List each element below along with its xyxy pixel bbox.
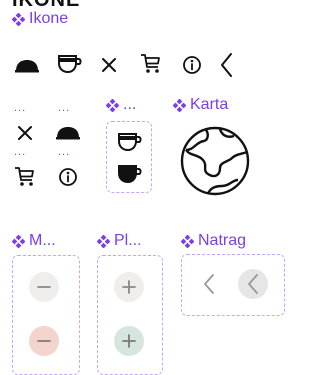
plus-button-active[interactable] (114, 326, 144, 356)
component-title-natrag[interactable]: Natrag (181, 232, 246, 250)
plus-variants-frame (97, 255, 163, 375)
minus-icon (37, 286, 51, 288)
variant-dots-label: ... (58, 146, 71, 158)
bell-dome-icon[interactable] (14, 58, 40, 74)
variant-dots-label: ... (58, 102, 71, 114)
coffee-cup-filled-icon[interactable] (117, 162, 143, 186)
info-icon[interactable] (58, 167, 78, 187)
component-title-label: Karta (190, 96, 229, 113)
variant-dots-label: ... (14, 146, 27, 158)
close-icon[interactable] (100, 56, 118, 74)
minus-icon (37, 340, 51, 342)
globe-icon[interactable] (178, 124, 252, 198)
natrag-variants-frame (181, 254, 285, 316)
ikone-icon-row (14, 52, 264, 80)
component-title-label: M... (29, 232, 56, 249)
cart-icon[interactable] (140, 53, 162, 75)
component-diamond-icon (12, 235, 25, 248)
component-diamond-icon (173, 99, 186, 112)
coffee-cup-variants-frame (106, 121, 152, 193)
info-icon[interactable] (182, 55, 202, 75)
component-title-coffee-cup[interactable]: ... (106, 96, 136, 114)
chevron-left-icon[interactable] (218, 52, 236, 78)
component-title-minus[interactable]: M... (12, 232, 56, 250)
plus-icon (122, 280, 136, 294)
back-button-default[interactable] (194, 269, 224, 299)
plus-button-default[interactable] (114, 272, 144, 302)
plus-icon (122, 334, 136, 348)
variant-dots-label: ... (14, 102, 27, 114)
chevron-left-icon (204, 274, 214, 294)
cart-icon[interactable] (14, 166, 36, 188)
close-icon[interactable] (16, 124, 34, 142)
component-title-karta[interactable]: Karta (173, 96, 228, 114)
component-title-ikone[interactable]: Ikone (12, 10, 68, 28)
coffee-cup-outline-icon[interactable] (117, 130, 143, 154)
minus-variants-frame (12, 255, 80, 375)
chevron-left-icon (248, 274, 258, 294)
component-diamond-icon (12, 13, 25, 26)
back-button-active[interactable] (238, 269, 268, 299)
component-title-label: ... (123, 96, 137, 113)
component-diamond-icon (97, 235, 110, 248)
bell-dome-icon[interactable] (55, 125, 81, 141)
component-title-plus[interactable]: Pl... (97, 232, 142, 250)
component-title-label: Natrag (198, 232, 247, 249)
minus-button-active[interactable] (29, 326, 59, 356)
coffee-cup-icon[interactable] (57, 52, 83, 76)
component-diamond-icon (181, 235, 194, 248)
component-title-label: Pl... (114, 232, 142, 249)
component-title-label: Ikone (29, 10, 69, 27)
component-diamond-icon (106, 99, 119, 112)
minus-button-default[interactable] (29, 272, 59, 302)
